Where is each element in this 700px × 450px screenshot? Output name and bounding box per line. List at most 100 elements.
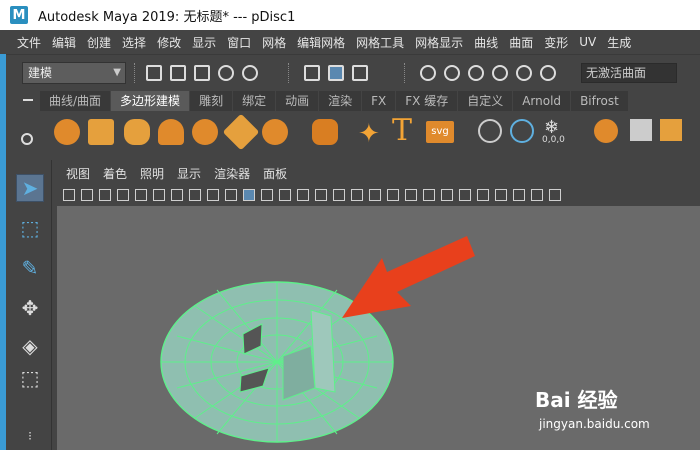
- antialias-icon[interactable]: [387, 189, 399, 201]
- paint-select-icon[interactable]: ✎: [16, 254, 44, 282]
- menu-windows[interactable]: 窗口: [227, 34, 251, 51]
- poly-plane-icon[interactable]: [222, 113, 260, 151]
- menu-edit[interactable]: 编辑: [52, 34, 76, 51]
- menu-lines-icon[interactable]: [23, 99, 33, 101]
- tab-fx-caching[interactable]: FX 缓存: [396, 91, 458, 111]
- poly-torus-icon[interactable]: [192, 119, 218, 145]
- poly-cube-icon[interactable]: [88, 119, 114, 145]
- tab-curves-surfaces[interactable]: 曲线/曲面: [40, 91, 111, 111]
- redo-icon[interactable]: [242, 65, 258, 81]
- snap-point-icon[interactable]: [468, 65, 484, 81]
- poly-cylinder-icon[interactable]: [124, 119, 150, 145]
- panel-menu-view[interactable]: 视图: [66, 165, 90, 182]
- select-component-icon[interactable]: [352, 65, 368, 81]
- menu-uv[interactable]: UV: [579, 35, 596, 49]
- tab-bifrost[interactable]: Bifrost: [571, 91, 628, 111]
- layout-icon[interactable]: ⁝: [16, 422, 44, 450]
- hud-icon[interactable]: [459, 189, 471, 201]
- open-scene-icon[interactable]: [170, 65, 186, 81]
- tab-sculpting[interactable]: 雕刻: [190, 91, 233, 111]
- menu-mesh[interactable]: 网格: [262, 34, 286, 51]
- svg-tool-icon[interactable]: svg: [426, 121, 454, 143]
- grid-icon[interactable]: [135, 189, 147, 201]
- tab-rendering[interactable]: 渲染: [319, 91, 362, 111]
- tab-custom[interactable]: 自定义: [458, 91, 513, 111]
- menu-generate[interactable]: 生成: [607, 34, 631, 51]
- bridge-icon[interactable]: [660, 119, 682, 141]
- panel-menu-show[interactable]: 显示: [177, 165, 201, 182]
- shadows-icon[interactable]: [333, 189, 345, 201]
- extrude-icon[interactable]: [630, 119, 652, 141]
- tab-arnold[interactable]: Arnold: [513, 91, 571, 111]
- camera-icon[interactable]: [63, 189, 75, 201]
- field-chart-icon[interactable]: [207, 189, 219, 201]
- scale-tool-icon[interactable]: ⬚: [16, 364, 44, 392]
- xray-icon[interactable]: [279, 189, 291, 201]
- snap-curve-icon[interactable]: [444, 65, 460, 81]
- lasso-tool-icon[interactable]: ⬚: [16, 214, 44, 242]
- gear-icon[interactable]: [21, 133, 33, 145]
- type-text-icon[interactable]: T: [392, 113, 412, 148]
- tab-animation[interactable]: 动画: [276, 91, 319, 111]
- platonic-solid-icon[interactable]: [312, 119, 338, 145]
- snap-surface-icon[interactable]: [516, 65, 532, 81]
- move-tool-icon[interactable]: ✥: [16, 294, 44, 322]
- panel-menu-shading[interactable]: 着色: [103, 165, 127, 182]
- undo-icon[interactable]: [218, 65, 234, 81]
- menu-mesh-display[interactable]: 网格显示: [415, 34, 463, 51]
- combine-icon[interactable]: [478, 119, 502, 143]
- menu-surfaces[interactable]: 曲面: [509, 34, 533, 51]
- menu-modify[interactable]: 修改: [157, 34, 181, 51]
- wireframe-on-shaded-icon[interactable]: [261, 189, 273, 201]
- select-hierarchy-icon[interactable]: [304, 65, 320, 81]
- film-gate-icon[interactable]: [153, 189, 165, 201]
- mode-selector[interactable]: 建模 ▼: [22, 62, 126, 84]
- new-scene-icon[interactable]: [146, 65, 162, 81]
- exposure-icon[interactable]: [495, 189, 507, 201]
- select-tool-icon[interactable]: ➤: [16, 174, 44, 202]
- ambient-occlusion-icon[interactable]: [351, 189, 363, 201]
- bookmark-icon[interactable]: [99, 189, 111, 201]
- color-manage-icon[interactable]: [531, 189, 543, 201]
- menu-edit-mesh[interactable]: 编辑网格: [297, 34, 345, 51]
- smooth-shade-icon[interactable]: [243, 189, 255, 201]
- rotate-tool-icon[interactable]: ◈: [16, 332, 44, 360]
- two-side-icon[interactable]: [477, 189, 489, 201]
- gamma-icon[interactable]: [513, 189, 525, 201]
- poly-sphere-icon[interactable]: [54, 119, 80, 145]
- isolate-select-icon[interactable]: [423, 189, 435, 201]
- safe-action-icon[interactable]: [189, 189, 201, 201]
- poly-cone-icon[interactable]: [158, 119, 184, 145]
- textured-icon[interactable]: [297, 189, 309, 201]
- resolution-gate-icon[interactable]: [171, 189, 183, 201]
- panel-menu-renderer[interactable]: 渲染器: [214, 165, 250, 182]
- wireframe-icon[interactable]: [225, 189, 237, 201]
- camera-lock-icon[interactable]: [81, 189, 93, 201]
- save-scene-icon[interactable]: [194, 65, 210, 81]
- xray-joints-icon[interactable]: [441, 189, 453, 201]
- tab-poly-modeling[interactable]: 多边形建模: [111, 91, 190, 111]
- menu-deform[interactable]: 变形: [544, 34, 568, 51]
- image-plane-icon[interactable]: [117, 189, 129, 201]
- 3d-viewport[interactable]: [57, 206, 700, 450]
- magnet-icon[interactable]: [540, 65, 556, 81]
- panel-layout-icon[interactable]: [549, 189, 561, 201]
- menu-display[interactable]: 显示: [192, 34, 216, 51]
- separate-icon[interactable]: [510, 119, 534, 143]
- sparkle-icon[interactable]: ✦: [358, 119, 380, 149]
- menu-create[interactable]: 创建: [87, 34, 111, 51]
- tab-rigging[interactable]: 绑定: [233, 91, 276, 111]
- transform-counter[interactable]: 0,0,0: [542, 135, 565, 145]
- depth-of-field-icon[interactable]: [405, 189, 417, 201]
- snap-view-icon[interactable]: [492, 65, 508, 81]
- menu-curves[interactable]: 曲线: [474, 34, 498, 51]
- tab-fx[interactable]: FX: [362, 91, 396, 111]
- poly-disc-icon[interactable]: [262, 119, 288, 145]
- panel-menu-lighting[interactable]: 照明: [140, 165, 164, 182]
- select-object-icon[interactable]: [328, 65, 344, 81]
- snap-grid-icon[interactable]: [420, 65, 436, 81]
- motion-blur-icon[interactable]: [369, 189, 381, 201]
- smooth-icon[interactable]: [594, 119, 618, 143]
- menu-select[interactable]: 选择: [122, 34, 146, 51]
- menu-file[interactable]: 文件: [17, 34, 41, 51]
